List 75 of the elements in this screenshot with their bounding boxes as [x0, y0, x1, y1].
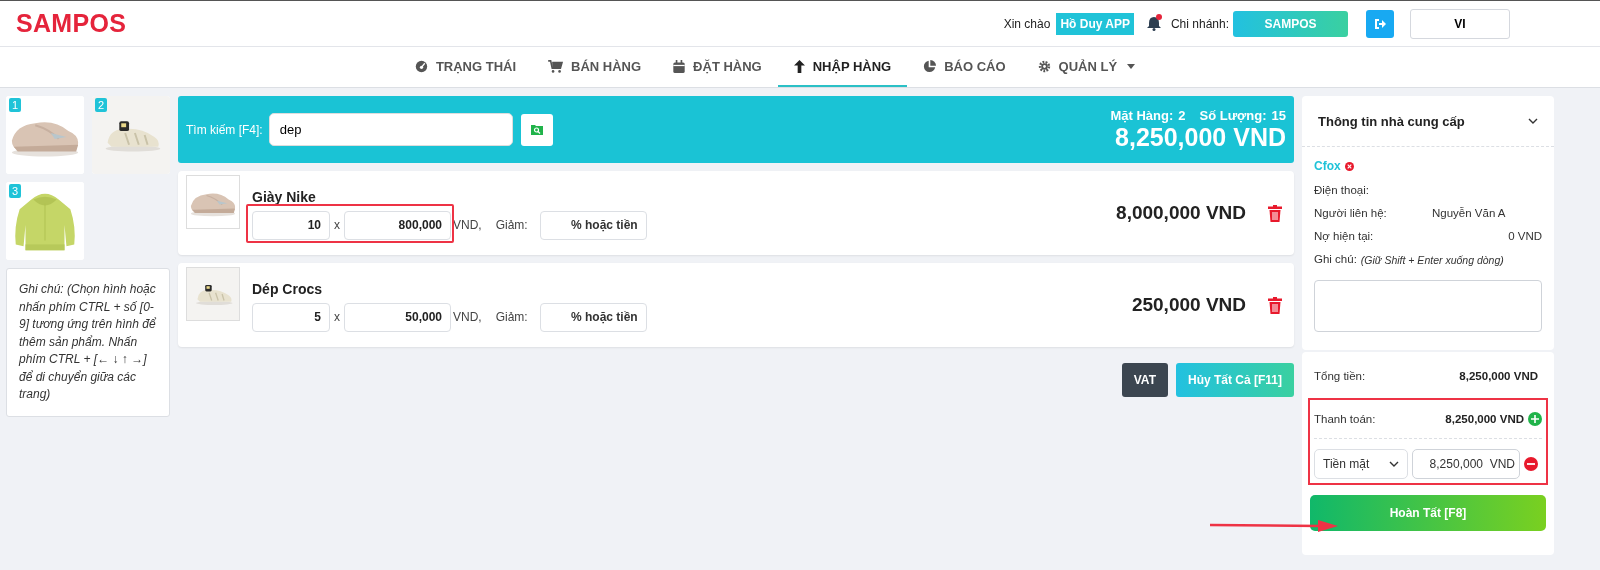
- greeting-label: Xin chào: [1003, 16, 1051, 31]
- language-button[interactable]: VI: [1410, 8, 1510, 39]
- payment-label: Thanh toán:: [1314, 413, 1376, 425]
- times-sign: x: [334, 218, 340, 232]
- total-amount: 8,250,000 VND: [1459, 370, 1538, 382]
- pie-chart-icon: [923, 59, 937, 73]
- field-value: Nguyễn Văn A: [1432, 207, 1506, 219]
- arrow-up-icon: [793, 59, 805, 73]
- discount-label: Giảm:: [495, 218, 528, 232]
- quantity-field[interactable]: 5: [252, 302, 330, 332]
- nav-tab[interactable]: QUẢN LÝ: [1021, 47, 1152, 87]
- note-field[interactable]: [1314, 280, 1542, 332]
- search-field[interactable]: dep: [268, 113, 513, 146]
- gauge-icon: [414, 59, 428, 73]
- vat-button[interactable]: VAT: [1121, 363, 1168, 397]
- branch-label: Chi nhánh:: [1170, 16, 1229, 31]
- trash-icon[interactable]: [1268, 204, 1282, 222]
- times-sign: x: [334, 310, 340, 324]
- nav-tab[interactable]: NHẬP HÀNG: [777, 47, 908, 87]
- item-count-label: Mặt Hàng:: [1110, 107, 1174, 123]
- panel-title: Thông tin nhà cung cấp: [1318, 113, 1465, 129]
- shortcut-number: 2: [95, 98, 108, 112]
- payment-amount: 8,250,000 VND: [1445, 413, 1524, 425]
- currency-label: VND,: [453, 310, 482, 324]
- logout-icon: [1374, 17, 1386, 30]
- quantity-field[interactable]: 10: [252, 210, 330, 240]
- discount-field[interactable]: % hoặc tiền: [539, 210, 647, 240]
- shortcut-note: Ghi chú: (Chọn hình hoặc nhấn phím CTRL + số [0-9] tương ứng trên hình để thêm sản phẩm. Nhấn phím CTRL + [← ↓ ↑ →] để di chuyển giữa các trang): [6, 268, 170, 417]
- cart-icon: [548, 59, 564, 73]
- line-total: 8,000,000 VND: [1116, 202, 1246, 224]
- search-button[interactable]: [520, 113, 553, 146]
- folder-search-icon: [530, 124, 543, 135]
- item-count: 2: [1178, 107, 1186, 123]
- remove-icon[interactable]: [1344, 161, 1354, 171]
- search-label: Tìm kiếm [F4]:: [186, 122, 263, 137]
- note-label: Ghi chú:: [1314, 253, 1357, 266]
- price-field[interactable]: 50,000: [344, 302, 451, 332]
- calendar-icon: [673, 59, 686, 73]
- chevron-down-icon[interactable]: [1528, 116, 1538, 126]
- note-hint: (Giữ Shift + Enter xuống dòng): [1360, 254, 1504, 266]
- logout-button[interactable]: [1366, 9, 1394, 38]
- price-field[interactable]: 800,000: [344, 210, 451, 240]
- currency-label: VND,: [453, 218, 482, 232]
- shortcut-number: 3: [9, 184, 22, 198]
- total-label: Tổng tiền:: [1314, 370, 1366, 382]
- field-label: Người liên hệ:: [1314, 207, 1388, 219]
- field-label: Điện thoại:: [1314, 184, 1370, 196]
- chevron-down-icon: [1389, 461, 1399, 467]
- line-total: 250,000 VND: [1131, 294, 1246, 316]
- field-label: Nợ hiện tại:: [1314, 230, 1375, 242]
- currency-label: VND: [1489, 457, 1515, 471]
- discount-label: Giảm:: [495, 310, 528, 324]
- grand-total: 8,250,000 VND: [1115, 122, 1286, 152]
- user-badge: Hồ Duy APP: [1056, 12, 1134, 35]
- discount-field[interactable]: % hoặc tiền: [539, 302, 647, 332]
- caret-icon: [1127, 63, 1136, 69]
- quantity-label: Số Lượng:: [1199, 107, 1267, 123]
- quantity-total: 15: [1271, 107, 1286, 123]
- add-payment-button[interactable]: [1528, 412, 1542, 426]
- notification-bell-icon[interactable]: [1146, 16, 1161, 31]
- field-value: 0 VND: [1508, 230, 1542, 242]
- nav-tab[interactable]: BÁO CÁO: [907, 47, 1022, 87]
- plus-icon: [1531, 415, 1539, 423]
- shortcut-number: 1: [9, 98, 22, 112]
- nav-tab[interactable]: BÁN HÀNG: [532, 47, 658, 87]
- trash-icon[interactable]: [1268, 296, 1282, 314]
- minus-icon: [1527, 460, 1535, 468]
- payment-method-select[interactable]: Tiền mặt: [1314, 449, 1408, 479]
- product-name: Dép Crocs: [252, 280, 324, 297]
- logo[interactable]: SAMPOS: [16, 9, 127, 38]
- settings-icon: [1037, 59, 1051, 73]
- remove-payment-button[interactable]: [1524, 457, 1538, 471]
- nav-tab[interactable]: ĐẶT HÀNG: [657, 47, 778, 87]
- product-name: Giày Nike: [252, 188, 317, 205]
- nav-tab[interactable]: TRẠNG THÁI: [398, 47, 533, 87]
